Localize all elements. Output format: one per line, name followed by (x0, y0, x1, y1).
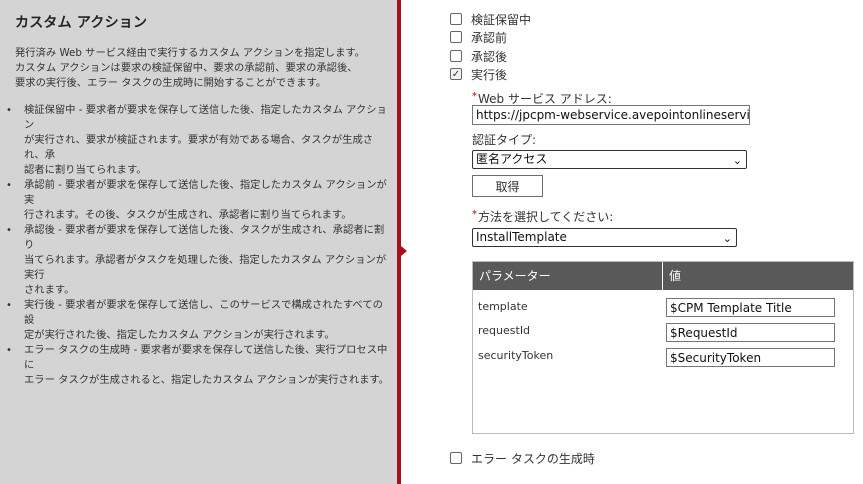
auth-type-value: 匿名アクセス (476, 152, 548, 166)
method-select[interactable]: InstallTemplate ⌄ (472, 228, 737, 247)
help-bullet-error-task: • エラー タスクの生成時 - 要求者が要求を保存して送信した後、実行プロセス中… (6, 344, 389, 386)
trigger-before-approval-checkbox[interactable] (450, 31, 462, 43)
help-description-line: カスタム アクションは要求の検証保留中、要求の承認前、要求の承認後、 (15, 62, 358, 74)
parameter-value-requestid-input[interactable]: $RequestId (666, 323, 835, 342)
auth-type-label: 認証タイプ: (472, 133, 537, 147)
checkmark-icon: ✓ (451, 68, 461, 80)
bullet-icon: • (6, 345, 12, 356)
trigger-error-task-label: エラー タスクの生成時 (471, 451, 595, 466)
help-panel: カスタム アクション 発行済み Web サービス経由で実行するカスタム アクショ… (0, 0, 397, 484)
help-title: カスタム アクション (15, 15, 148, 31)
settings-panel: 検証保留中 承認前 承認後 ✓ 実行後 *Web サービス アドレス: http… (401, 0, 863, 484)
parameter-value-securitytoken-input[interactable]: $SecurityToken (666, 348, 835, 367)
parameter-column-header: パラメーター (473, 262, 663, 290)
help-bullet-list: • 検証保留中 - 要求者が要求を保存して送信した後、指定したカスタム アクショ… (4, 103, 393, 388)
chevron-down-icon: ⌄ (722, 232, 732, 245)
required-mark: * (472, 91, 477, 102)
parameter-name-securitytoken: securityToken (478, 349, 554, 362)
bullet-icon: • (6, 225, 12, 236)
bullet-icon: • (6, 105, 12, 116)
trigger-before-approval-label: 承認前 (471, 30, 508, 45)
trigger-pending-row[interactable]: 検証保留中 (450, 10, 531, 28)
help-bullet-after-execution: • 実行後 - 要求者が要求を保存して送信し、このサービスで構成されたすべての設… (6, 299, 383, 341)
required-mark: * (472, 209, 477, 220)
trigger-error-task-row[interactable]: エラー タスクの生成時 (450, 449, 595, 467)
help-bullet-after-approval: • 承認後 - 要求者が要求を保存して送信した後、タスクが生成され、承認者に割り… (6, 224, 387, 296)
trigger-after-approval-checkbox[interactable] (450, 50, 462, 62)
parameter-table-header: パラメーター 値 (473, 262, 853, 290)
web-service-address-input[interactable]: https://jpcpm-webservice.avepointonlines… (472, 105, 750, 125)
trigger-pending-label: 検証保留中 (471, 12, 532, 27)
method-label: *方法を選択してください: (472, 209, 614, 224)
trigger-after-execution-checkbox[interactable]: ✓ (450, 68, 462, 80)
value-column-header: 値 (669, 269, 682, 283)
parameter-name-requestid: requestId (478, 324, 531, 337)
bullet-icon: • (6, 180, 12, 191)
chevron-down-icon: ⌄ (732, 154, 742, 167)
method-value: InstallTemplate (476, 230, 567, 244)
parameter-name-template: template (478, 300, 528, 313)
parameter-value-template-input[interactable]: $CPM Template Title (666, 298, 835, 317)
help-description: 発行済み Web サービス経由で実行するカスタム アクションを指定します。 カス… (15, 46, 393, 91)
trigger-after-execution-label: 実行後 (471, 67, 508, 82)
trigger-after-execution-row[interactable]: ✓ 実行後 (450, 65, 507, 83)
help-bullet-before-approval: • 承認前 - 要求者が要求を保存して送信した後、指定したカスタム アクションが… (6, 179, 387, 221)
trigger-pending-checkbox[interactable] (450, 13, 462, 25)
trigger-before-approval-row[interactable]: 承認前 (450, 28, 507, 46)
trigger-error-task-checkbox[interactable] (450, 452, 462, 464)
auth-type-select[interactable]: 匿名アクセス ⌄ (472, 150, 747, 169)
help-description-line: 要求の実行後、エラー タスクの生成時に開始することができます。 (15, 77, 327, 89)
help-bullet-pending: • 検証保留中 - 要求者が要求を保存して送信した後、指定したカスタム アクショ… (6, 104, 387, 176)
bullet-icon: • (6, 300, 12, 311)
trigger-after-approval-row[interactable]: 承認後 (450, 47, 507, 65)
parameter-table: パラメーター 値 template $CPM Template Title re… (472, 261, 854, 434)
get-button[interactable]: 取得 (472, 175, 543, 197)
trigger-after-approval-label: 承認後 (471, 49, 508, 64)
help-description-line: 発行済み Web サービス経由で実行するカスタム アクションを指定します。 (15, 47, 365, 59)
